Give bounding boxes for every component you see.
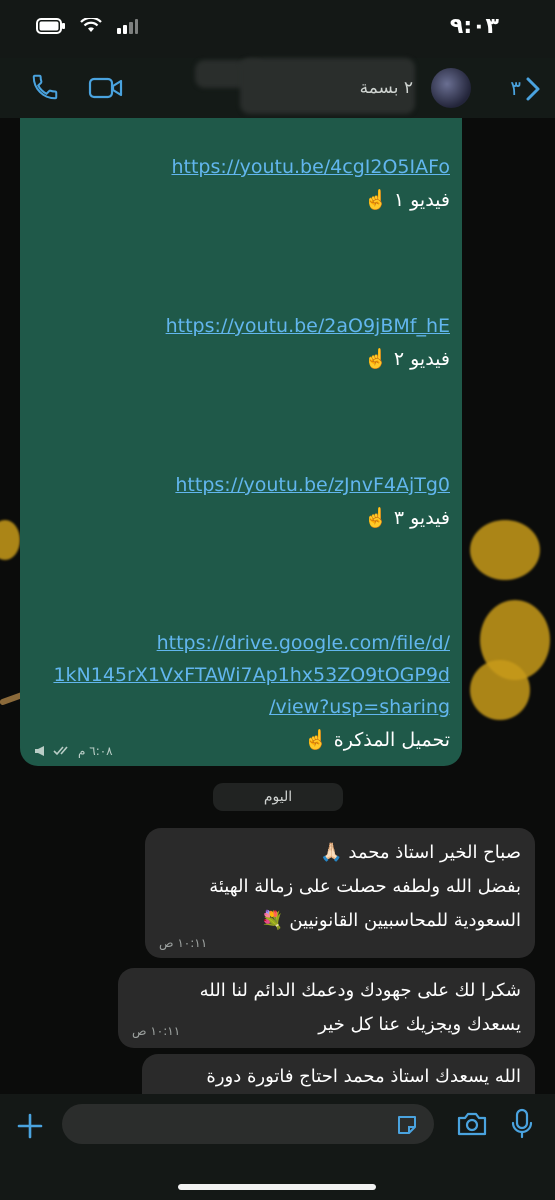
voice-call-icon[interactable]	[30, 72, 60, 102]
message-line: بفضل الله ولطفه حصلت على زمالة الهيئة	[209, 876, 521, 897]
battery-icon	[36, 18, 65, 34]
message-text: شكرا لك على جهودك ودعمك الدائم لنا الله …	[200, 974, 521, 1042]
wifi-icon	[80, 18, 102, 32]
camera-icon[interactable]	[456, 1110, 488, 1138]
unread-count[interactable]: ٣	[510, 76, 521, 100]
contact-avatar[interactable]	[431, 68, 471, 108]
message-line: الله يسعدك استاذ محمد احتاج فاتورة دورة	[206, 1066, 521, 1087]
message-input[interactable]	[62, 1104, 434, 1144]
plus-icon[interactable]	[16, 1112, 44, 1140]
message-line: صباح الخير استاذ محمد 🙏🏻	[320, 842, 521, 863]
outgoing-time: ٦:٠٨ م	[78, 744, 113, 758]
drive-link-line-3[interactable]: /view?usp=sharing	[269, 696, 450, 718]
outgoing-meta: ٦:٠٨ م	[34, 744, 113, 758]
wallpaper-flower	[470, 660, 530, 720]
sticker-icon[interactable]	[395, 1113, 419, 1137]
outgoing-message-bubble[interactable]: https://youtu.be/4cgI2O5IAFo فيديو ١ ☝️ …	[20, 100, 462, 766]
message-time: ١٠:١١ ص	[132, 1024, 181, 1038]
status-icons	[36, 18, 138, 34]
video-link-3[interactable]: https://youtu.be/zJnvF4AjTg0	[175, 474, 450, 496]
drive-link-line-2[interactable]: 1kN145rX1VxFTAWi7Ap1hx53ZO9tOGP9d	[53, 664, 450, 686]
video-caption-3: فيديو ٣ ☝️	[364, 507, 450, 529]
message-line: السعودية للمحاسبيين القانونيين 💐	[261, 910, 521, 931]
status-time: ٩:٠٣	[449, 14, 499, 39]
composer-bar	[0, 1094, 555, 1200]
back-chevron-icon[interactable]	[525, 76, 541, 102]
video-call-icon[interactable]	[88, 74, 124, 102]
status-bar: ٩:٠٣	[0, 0, 555, 58]
video-link-2[interactable]: https://youtu.be/2aO9jBMf_hE	[166, 315, 450, 337]
message-text: صباح الخير استاذ محمد 🙏🏻 بفضل الله ولطفه…	[209, 836, 521, 938]
chat-header: ٢ بسمة ٣	[0, 58, 555, 118]
message-line: شكرا لك على جهودك ودعمك الدائم لنا الله	[199, 980, 521, 1001]
video-caption-1: فيديو ١ ☝️	[364, 189, 450, 211]
video-caption-2: فيديو ٢ ☝️	[364, 348, 450, 370]
megaphone-icon	[35, 746, 44, 756]
wallpaper-flower	[0, 520, 20, 560]
message-line: يسعدك ويجزيك عنا كل خير	[318, 1014, 521, 1035]
incoming-message-bubble[interactable]: شكرا لك على جهودك ودعمك الدائم لنا الله …	[118, 968, 535, 1048]
signal-icon	[117, 19, 138, 34]
contact-name[interactable]: ٢ بسمة	[360, 78, 413, 98]
wallpaper-flower	[470, 520, 540, 580]
date-divider: اليوم	[213, 783, 343, 811]
microphone-icon[interactable]	[510, 1108, 534, 1140]
incoming-message-bubble[interactable]: صباح الخير استاذ محمد 🙏🏻 بفضل الله ولطفه…	[145, 828, 535, 958]
video-link-1[interactable]: https://youtu.be/4cgI2O5IAFo	[171, 156, 450, 178]
message-text: الله يسعدك استاذ محمد احتاج فاتورة دورة	[206, 1060, 521, 1094]
message-time: ١٠:١١ ص	[159, 936, 208, 950]
double-check-icon	[53, 746, 68, 756]
home-indicator[interactable]	[178, 1184, 376, 1190]
drive-caption: تحميل المذكرة ☝️	[304, 729, 450, 751]
drive-link-line-1[interactable]: https://drive.google.com/file/d/	[157, 632, 450, 654]
